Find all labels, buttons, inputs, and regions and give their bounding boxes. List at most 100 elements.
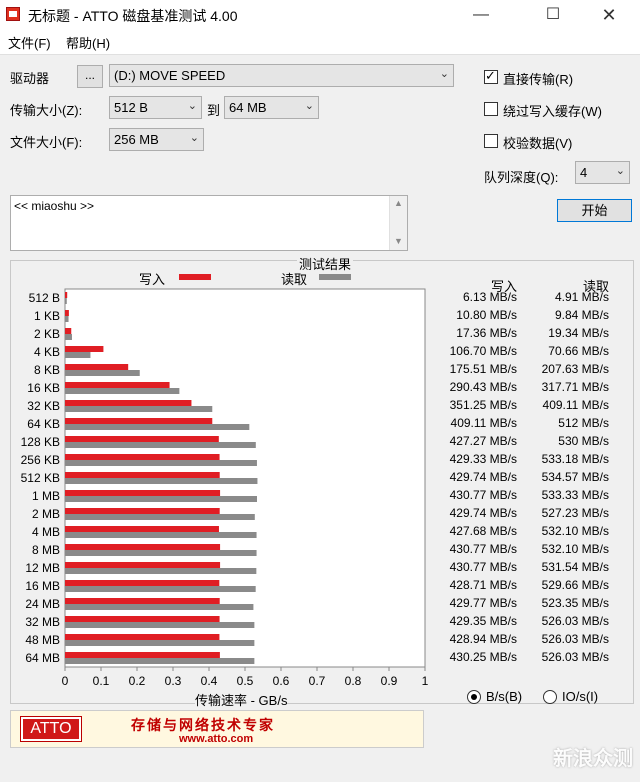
write-rate-cell: 429.33 MB/s [449,452,517,466]
unit-bs-label[interactable]: B/s(B) [486,689,522,704]
queue-depth-select[interactable]: 4 ⌄ [575,161,630,184]
write-rate-cell: 10.80 MB/s [456,308,517,322]
chevron-down-icon: ⌄ [439,68,449,80]
read-bar [65,496,257,502]
checkmark-icon: ✓ [485,68,496,83]
read-bar [65,424,250,430]
direct-io-label[interactable]: 直接传输(R) [503,69,573,88]
write-bar [65,526,219,532]
queue-depth-value: 4 [580,165,588,180]
x-tick-label: 0 [62,674,69,688]
read-bar [65,370,140,376]
direct-io-checkbox[interactable]: ✓ [484,68,498,84]
chevron-down-icon: ⌄ [304,100,314,112]
app-icon [6,7,20,21]
read-bar [65,532,257,538]
write-rate-cell: 409.11 MB/s [450,416,517,430]
write-bar [65,364,129,370]
read-rate-cell: 532.10 MB/s [541,542,609,556]
banner-url[interactable]: www.atto.com [179,733,253,745]
read-rate-cell: 526.03 MB/s [541,632,609,646]
y-tick-label: 256 KB [21,453,60,467]
x-axis-label: 传输速率 - GB/s [195,690,288,709]
verify-label[interactable]: 校验数据(V) [503,133,572,152]
unit-ios-radio[interactable] [543,690,557,704]
read-legend-label: 读取 [281,272,308,287]
read-rate-cell: 9.84 MB/s [554,308,609,322]
y-tick-label: 2 KB [34,327,60,341]
write-bar [65,508,220,514]
y-tick-label: 64 KB [27,417,60,431]
read-bar [65,316,69,322]
read-rate-cell: 4.91 MB/s [554,290,609,304]
x-tick-label: 0.6 [273,674,290,688]
write-rate-cell: 428.71 MB/s [449,578,517,592]
drive-value: (D:) MOVE SPEED [114,68,226,83]
x-tick-label: 0.9 [381,674,398,688]
x-tick-label: 1 [422,674,429,688]
read-rate-cell: 531.54 MB/s [541,560,609,574]
y-tick-label: 512 B [29,291,60,305]
file-size-select[interactable]: 256 MB ⌄ [109,128,204,151]
write-rate-cell: 175.51 MB/s [449,362,517,376]
write-rate-cell: 430.77 MB/s [449,542,517,556]
x-tick-label: 0.3 [165,674,182,688]
unit-ios-label[interactable]: IO/s(I) [562,689,598,704]
read-bar [65,568,257,574]
chevron-down-icon: ⌄ [187,100,197,112]
file-size-value: 256 MB [114,132,159,147]
read-bar [65,514,255,520]
write-bar [65,634,220,640]
transfer-to-value: 64 MB [229,100,267,115]
transfer-size-label: 传输大小(Z): [10,103,83,118]
transfer-from-value: 512 B [114,100,148,115]
file-size-label: 文件大小(F): [10,135,83,150]
transfer-from-select[interactable]: 512 B ⌄ [109,96,202,119]
read-rate-cell: 512 MB/s [558,416,609,430]
write-bar [65,310,69,316]
scroll-up-icon[interactable]: ▲ [394,198,403,208]
log-scrollbar[interactable]: ▲ ▼ [389,196,407,250]
banner-tagline: 存储与网络技术专家 [131,718,275,734]
scroll-down-icon[interactable]: ▼ [394,236,403,246]
read-bar [65,550,257,556]
menu-file[interactable]: 文件(F) [8,33,51,52]
read-bar [65,298,67,304]
menu-help[interactable]: 帮助(H) [66,33,110,52]
drive-browse-button[interactable]: ... [77,65,103,88]
read-rate-cell: 527.23 MB/s [541,506,609,520]
log-textarea[interactable]: << miaoshu >> ▲ ▼ [10,195,408,251]
write-bar [65,400,192,406]
y-tick-label: 48 MB [25,633,60,647]
atto-banner[interactable]: ATTO 存储与网络技术专家 www.atto.com [10,710,424,748]
atto-logo: ATTO [20,716,82,742]
x-tick-label: 0.2 [129,674,146,688]
y-tick-label: 4 MB [32,525,60,539]
write-bar [65,418,213,424]
minimize-button[interactable]: — [458,0,504,30]
write-rate-cell: 106.70 MB/s [449,344,517,358]
read-rate-cell: 317.71 MB/s [541,380,609,394]
watermark: 新浪众测 [553,748,633,770]
close-button[interactable]: ✕ [586,0,632,30]
write-bar [65,652,220,658]
write-rate-cell: 429.35 MB/s [449,614,517,628]
drive-select[interactable]: (D:) MOVE SPEED ⌄ [109,64,454,87]
bypass-cache-label[interactable]: 绕过写入缓存(W) [503,101,602,120]
read-bar [65,478,258,484]
y-tick-label: 2 MB [32,507,60,521]
y-tick-label: 32 KB [27,399,60,413]
read-bar [65,352,91,358]
read-bar [65,388,180,394]
queue-depth-label: 队列深度(Q): [484,170,559,185]
bypass-cache-checkbox[interactable] [484,102,498,116]
verify-checkbox[interactable] [484,134,498,148]
y-tick-label: 8 MB [32,543,60,557]
read-rate-cell: 526.03 MB/s [541,614,609,628]
maximize-button[interactable]: ☐ [530,0,576,30]
transfer-to-select[interactable]: 64 MB ⌄ [224,96,319,119]
write-bar [65,292,68,298]
start-button[interactable]: 开始 [557,199,632,222]
unit-bs-radio[interactable] [467,690,481,704]
write-rate-cell: 290.43 MB/s [449,380,517,394]
